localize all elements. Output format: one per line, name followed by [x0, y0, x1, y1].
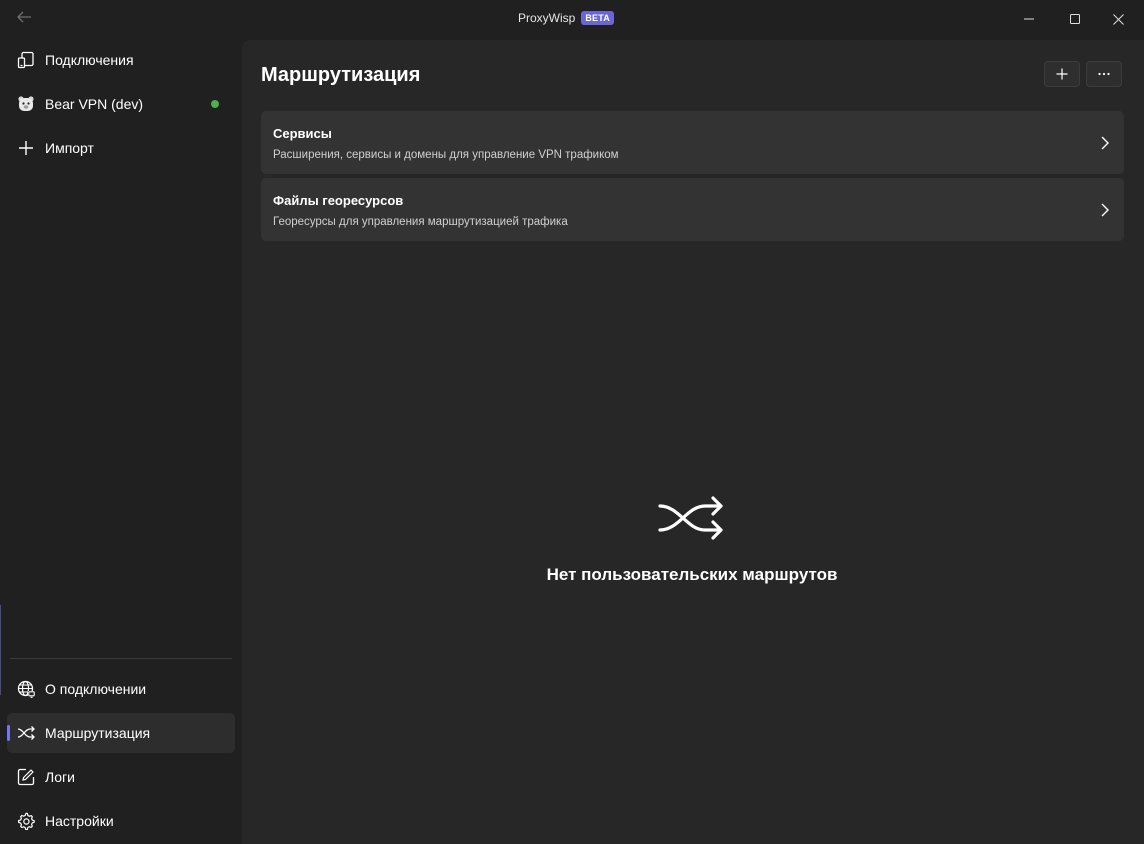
- sidebar-item-label: Настройки: [45, 813, 114, 829]
- card-description: Георесурсы для управления маршрутизацией…: [273, 216, 568, 228]
- add-route-button[interactable]: [1044, 61, 1080, 87]
- sidebar-item-label: Логи: [45, 769, 75, 785]
- sidebar-item-connection-info[interactable]: О подключении: [7, 669, 235, 709]
- empty-state-text: Нет пользовательских маршрутов: [546, 565, 838, 584]
- app-title: ProxyWisp: [518, 11, 576, 25]
- title-bar: ProxyWisp BETA: [0, 0, 1144, 40]
- card-title: Сервисы: [273, 126, 332, 141]
- plus-icon: [1056, 68, 1068, 80]
- sidebar-item-bear-vpn[interactable]: Bear VPN (dev): [7, 84, 235, 124]
- sidebar-item-routing[interactable]: Маршрутизация: [7, 713, 235, 753]
- services-card[interactable]: Сервисы Расширения, сервисы и домены для…: [261, 111, 1124, 174]
- back-arrow-icon: [17, 11, 31, 23]
- more-options-button[interactable]: [1086, 61, 1122, 87]
- sidebar-item-label: О подключении: [45, 681, 147, 697]
- edit-log-icon: [17, 768, 35, 786]
- beta-badge: BETA: [581, 11, 614, 25]
- plus-icon: [17, 139, 35, 157]
- close-button[interactable]: [1095, 0, 1141, 38]
- maximize-button[interactable]: [1052, 0, 1098, 38]
- sidebar-item-label: Подключения: [45, 52, 134, 68]
- sidebar-item-label: Импорт: [45, 140, 94, 156]
- sidebar-item-connections[interactable]: Подключения: [7, 40, 235, 80]
- minimize-button[interactable]: [1006, 0, 1052, 38]
- main-content: Маршрутизация Сервисы Расширения, сервис…: [242, 40, 1144, 844]
- gear-icon: [17, 812, 35, 830]
- sidebar: Подключения Bear VPN (dev) Импорт О подк…: [0, 40, 242, 844]
- chevron-right-icon: [1100, 202, 1110, 218]
- maximize-icon: [1070, 14, 1080, 24]
- left-edge-accent: [0, 605, 1, 695]
- minimize-icon: [1024, 18, 1034, 20]
- bear-avatar-icon: [17, 95, 35, 113]
- devices-icon: [17, 51, 35, 69]
- sidebar-item-settings[interactable]: Настройки: [7, 801, 235, 841]
- sidebar-item-label: Bear VPN (dev): [45, 96, 144, 112]
- sidebar-divider: [10, 658, 232, 659]
- app-window: ProxyWisp BETA Подключения Bear VPN (dev…: [0, 0, 1144, 844]
- empty-state-shuffle-icon: [657, 492, 727, 544]
- globe-icon: [17, 680, 35, 698]
- card-description: Расширения, сервисы и домены для управле…: [273, 149, 619, 161]
- sidebar-item-logs[interactable]: Логи: [7, 757, 235, 797]
- connection-status-dot: [211, 100, 219, 108]
- sidebar-item-label: Маршрутизация: [45, 725, 151, 741]
- chevron-right-icon: [1100, 135, 1110, 151]
- close-icon: [1112, 13, 1124, 25]
- sidebar-item-import[interactable]: Импорт: [7, 128, 235, 168]
- back-button[interactable]: [8, 4, 40, 30]
- shuffle-icon: [17, 724, 35, 742]
- more-icon: [1098, 72, 1110, 76]
- page-title: Маршрутизация: [261, 64, 421, 86]
- card-title: Файлы георесурсов: [273, 193, 404, 208]
- geo-files-card[interactable]: Файлы георесурсов Георесурсы для управле…: [261, 178, 1124, 241]
- window-title-group: ProxyWisp BETA: [518, 11, 614, 25]
